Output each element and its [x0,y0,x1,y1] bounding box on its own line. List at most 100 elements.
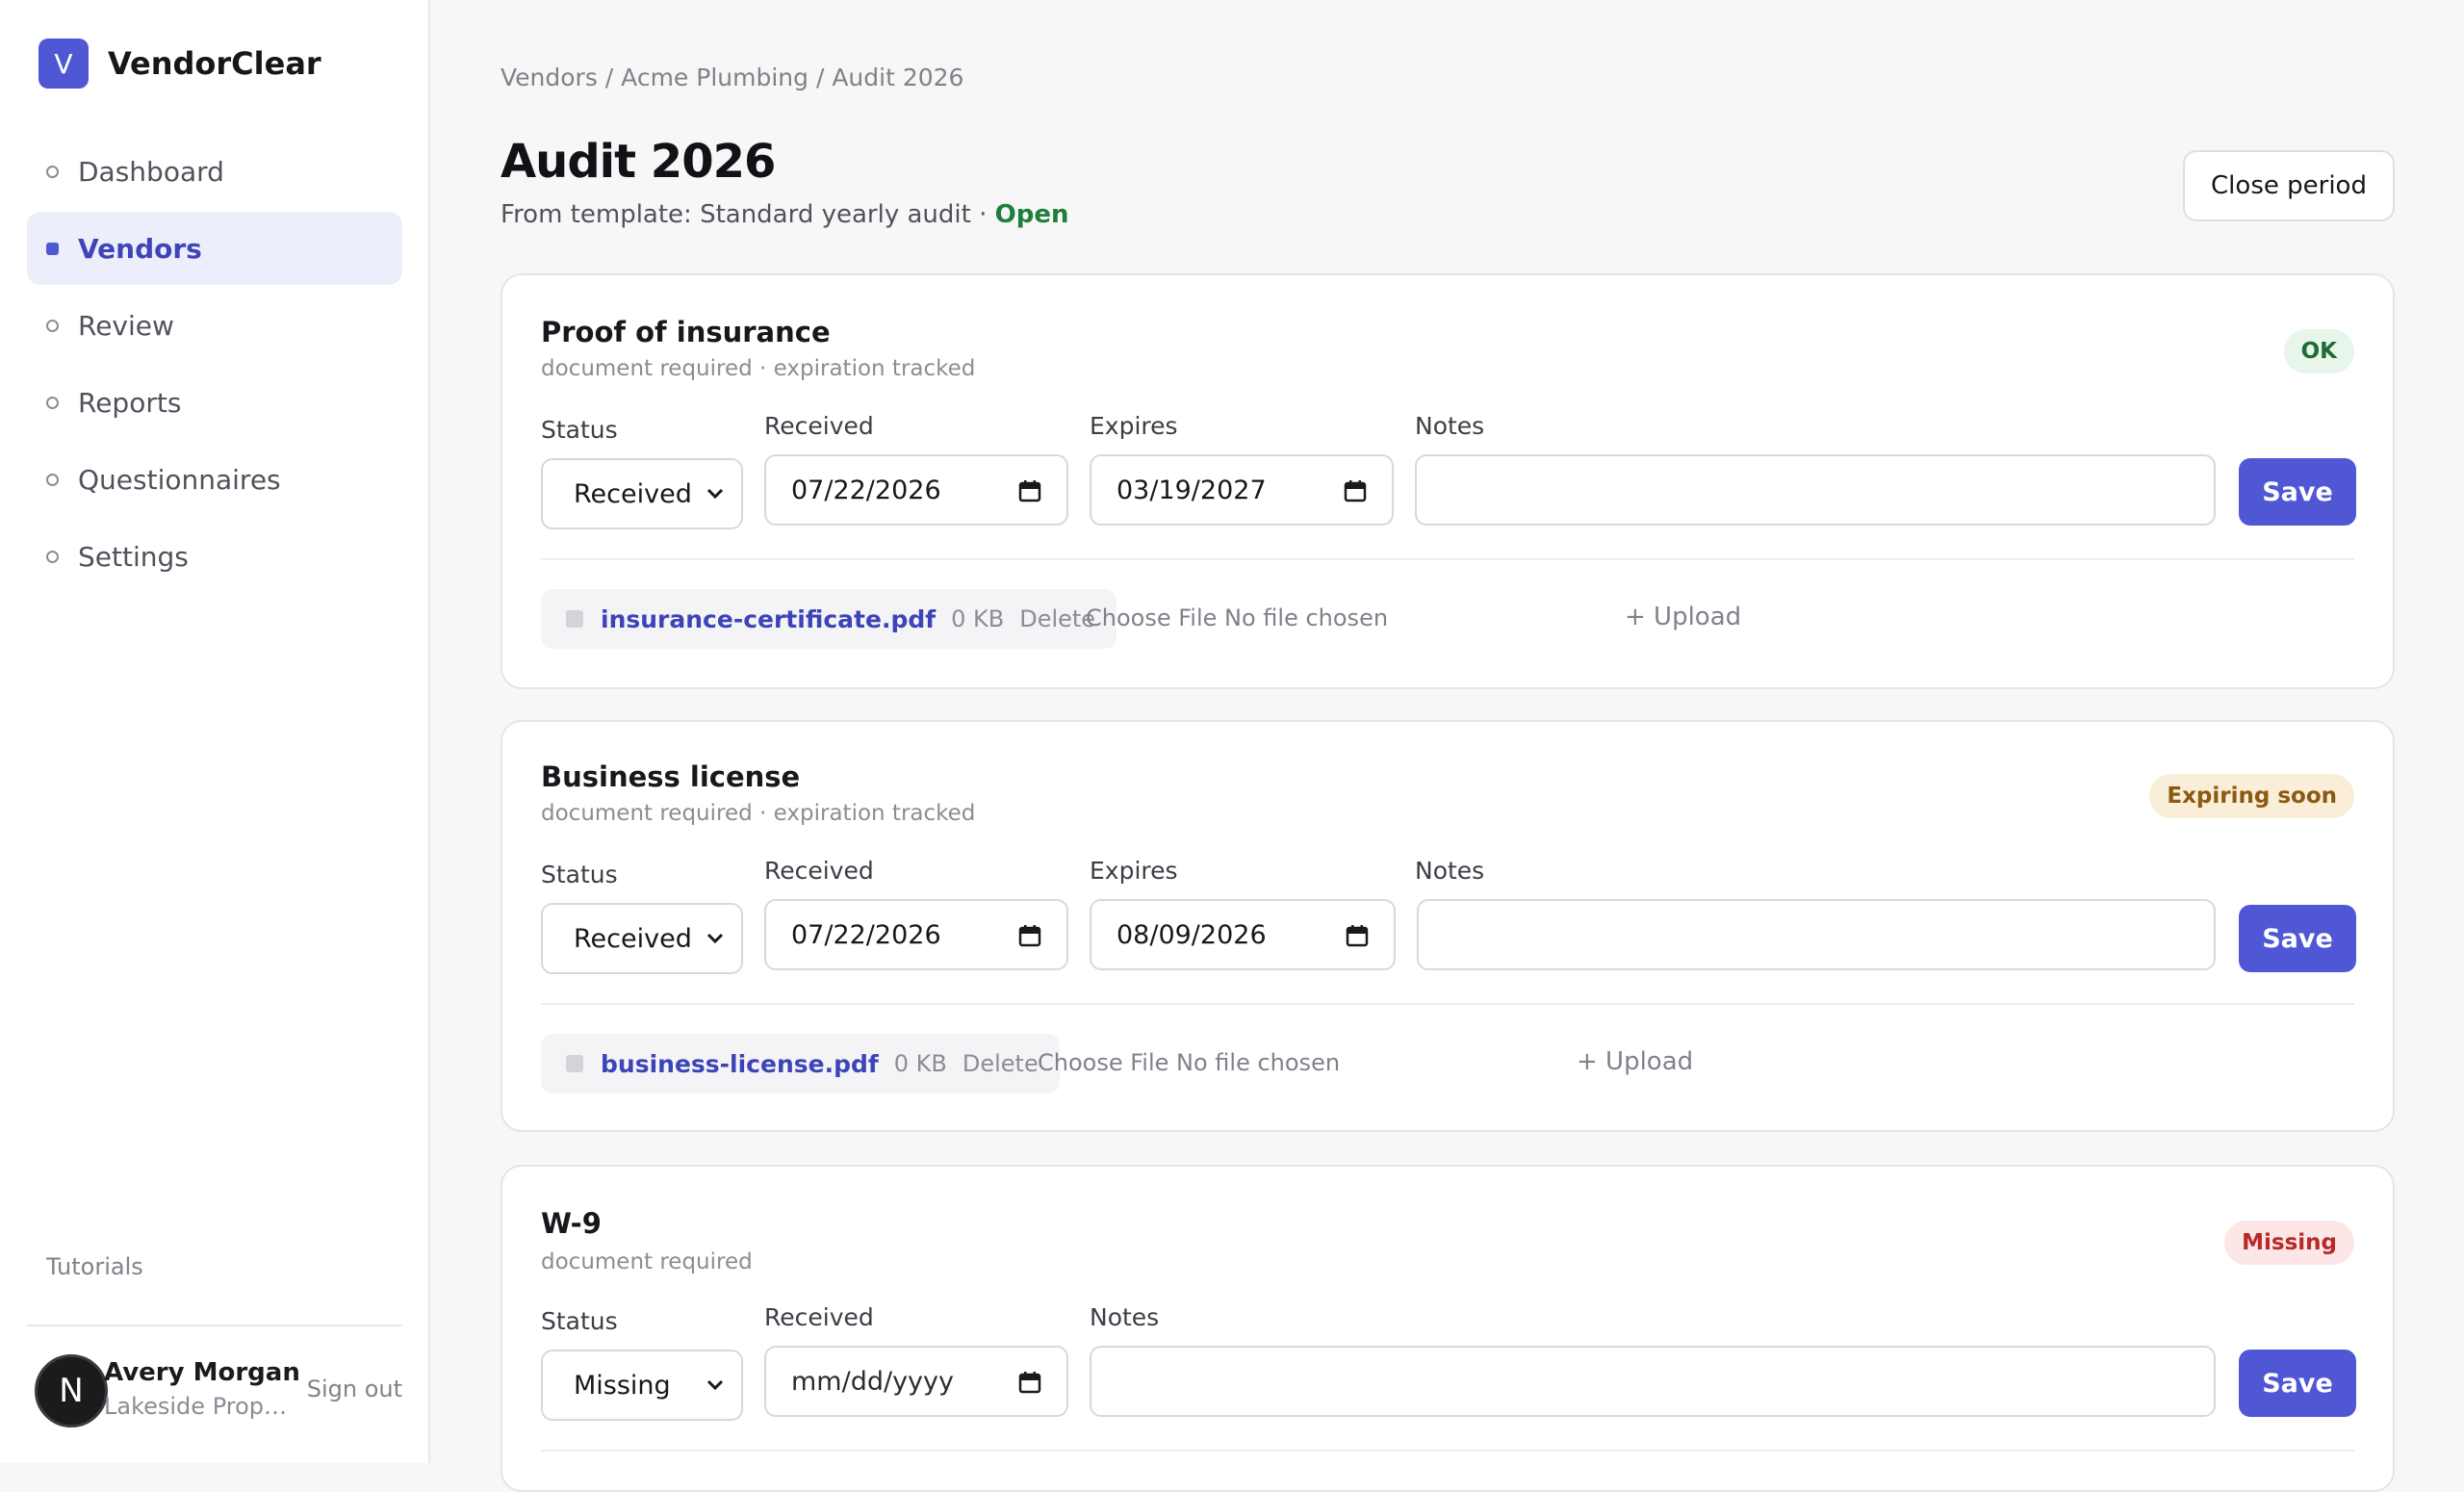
sidebar-item-settings[interactable]: Settings [27,520,402,593]
delete-file-button[interactable]: Delete [1019,605,1095,632]
status-label: Status [541,416,618,444]
calendar-icon[interactable] [1344,479,1367,509]
page-title: Audit 2026 [500,135,776,189]
expires-date-input[interactable]: 08/09/2026 [1090,899,1396,970]
status-label: Status [541,1307,618,1335]
status-badge: Open [994,200,1069,229]
requirement-meta: document required [541,1249,753,1274]
notes-input[interactable] [1090,1346,2216,1417]
divider [541,1003,2354,1005]
status-label: Status [541,861,618,888]
notes-label: Notes [1415,857,1485,885]
circle-icon [46,550,59,563]
status-badge: Expiring soon [2149,774,2354,818]
page-subtitle: From template: Standard yearly audit · O… [500,200,1069,229]
notes-label: Notes [1090,1303,1160,1331]
file-size: 0 KB [893,1050,947,1077]
expires-date-input[interactable]: 03/19/2027 [1090,454,1394,526]
calendar-icon[interactable] [1018,924,1041,954]
sidebar-item-reports[interactable]: Reports [27,366,402,439]
status-select[interactable]: Received [541,458,743,529]
requirement-title: W-9 [541,1207,602,1240]
divider [27,1325,402,1326]
chevron-down-icon [703,1373,728,1398]
file-chip: insurance-certificate.pdf 0 KB Delete [541,589,1117,649]
sidebar-item-label: Vendors [78,232,202,265]
square-icon [46,242,59,255]
brand-name: VendorClear [108,45,321,82]
notes-label: Notes [1415,412,1485,440]
expires-label: Expires [1090,857,1178,885]
received-label: Received [764,412,874,440]
choose-file-input[interactable]: Choose File No file chosen [1086,605,1388,631]
sidebar-item-review[interactable]: Review [27,289,402,362]
file-name-link[interactable]: business-license.pdf [601,1050,879,1078]
received-date-placeholder: mm/dd/yyyy [791,1366,954,1397]
file-icon [566,610,583,628]
received-date-value: 07/22/2026 [791,475,941,505]
circle-icon [46,473,59,486]
tutorials-link[interactable]: Tutorials [46,1253,143,1280]
requirement-title: Proof of insurance [541,316,831,348]
expires-date-value: 08/09/2026 [1116,919,1267,950]
sidebar-nav: Dashboard Vendors Review Reports Questio… [27,135,402,597]
received-date-value: 07/22/2026 [791,919,941,950]
save-button[interactable]: Save [2239,905,2356,972]
user-org: Lakeside Properties [104,1393,296,1420]
chevron-down-icon [703,926,728,951]
requirement-card-insurance: Proof of insurance document required · e… [500,273,2395,689]
divider [541,558,2354,560]
notes-input[interactable] [1415,454,2216,526]
file-icon [566,1055,583,1072]
upload-button[interactable]: + Upload [1625,603,1741,631]
breadcrumb[interactable]: Vendors / Acme Plumbing / Audit 2026 [500,64,963,91]
sidebar-item-dashboard[interactable]: Dashboard [27,135,402,208]
circle-icon [46,396,59,409]
sidebar: V VendorClear Dashboard Vendors Review R… [0,0,430,1463]
file-size: 0 KB [951,605,1005,632]
received-label: Received [764,857,874,885]
save-button[interactable]: Save [2239,1350,2356,1417]
sign-out-link[interactable]: Sign out [307,1376,402,1402]
choose-file-input[interactable]: Choose File No file chosen [1038,1049,1340,1076]
circle-icon [46,319,59,332]
brand[interactable]: V VendorClear [38,39,321,89]
calendar-icon[interactable] [1018,479,1041,509]
sidebar-item-vendors[interactable]: Vendors [27,212,402,285]
file-chip: business-license.pdf 0 KB Delete [541,1034,1060,1093]
received-date-input[interactable]: 07/22/2026 [764,454,1068,526]
sidebar-item-label: Dashboard [78,155,224,188]
brand-logo: V [38,39,89,89]
requirement-title: Business license [541,760,801,793]
requirement-meta: document required · expiration tracked [541,801,976,826]
requirement-card-business-license: Business license document required · exp… [500,720,2395,1132]
user-name: Avery Morgan [104,1358,300,1387]
file-name-link[interactable]: insurance-certificate.pdf [601,605,936,633]
expires-label: Expires [1090,412,1178,440]
sidebar-item-questionnaires[interactable]: Questionnaires [27,443,402,516]
upload-button[interactable]: + Upload [1577,1047,1693,1076]
chevron-down-icon [703,481,728,506]
sidebar-item-label: Reports [78,386,182,419]
user-panel: N Avery Morgan Lakeside Properties Sign … [35,1352,402,1429]
close-period-button[interactable]: Close period [2183,150,2395,221]
status-select-value: Received [574,923,692,954]
avatar[interactable]: N [35,1354,108,1428]
status-select-value: Received [574,478,692,509]
received-date-input[interactable]: 07/22/2026 [764,899,1068,970]
requirement-meta: document required · expiration tracked [541,356,976,381]
calendar-icon[interactable] [1018,1371,1041,1401]
notes-input[interactable] [1417,899,2216,970]
status-badge: OK [2283,329,2354,373]
save-button[interactable]: Save [2239,458,2356,526]
status-select[interactable]: Received [541,903,743,974]
delete-file-button[interactable]: Delete [962,1050,1039,1077]
circle-icon [46,165,59,178]
sidebar-item-label: Settings [78,540,189,573]
requirement-card-w9: W-9 document required Missing Status Rec… [500,1165,2395,1492]
expires-date-value: 03/19/2027 [1116,475,1267,505]
sidebar-item-label: Questionnaires [78,463,281,496]
status-select[interactable]: Missing [541,1350,743,1421]
received-date-input[interactable]: mm/dd/yyyy [764,1346,1068,1417]
calendar-icon[interactable] [1346,924,1369,954]
